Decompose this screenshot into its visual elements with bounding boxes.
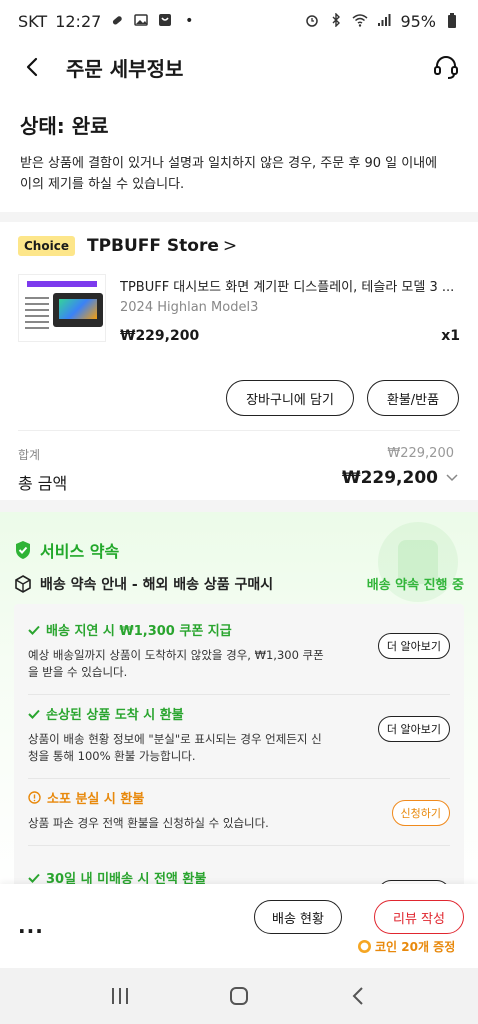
divider	[18, 430, 460, 431]
product-item[interactable]: TPBUFF 대시보드 화면 계기판 디스플레이, 테슬라 모델 3 ... 2…	[18, 272, 460, 352]
subtotal-label: 합계	[18, 448, 41, 462]
check-icon	[28, 873, 40, 883]
headset-icon	[434, 56, 458, 79]
home-button[interactable]	[219, 976, 259, 1016]
check-icon	[28, 709, 40, 719]
package-icon	[15, 575, 31, 593]
product-title[interactable]: TPBUFF 대시보드 화면 계기판 디스플레이, 테슬라 모델 3 ...	[120, 276, 460, 295]
customer-support-button[interactable]	[432, 53, 460, 81]
page-title: 주문 세부정보	[66, 56, 184, 81]
promise-item-desc: 상품 파손 경우 전액 환불을 신청하실 수 있습니다.	[28, 816, 269, 830]
chevron-left-icon	[26, 57, 38, 77]
promise-item-title: 소포 분실 시 환불	[47, 792, 145, 807]
refund-return-button[interactable]: 환불/반품	[367, 380, 459, 416]
apply-button[interactable]: 신청하기	[391, 800, 450, 826]
promise-item-damaged: 손상된 상품 도착 시 환불 상품이 배송 현황 정보에 "분실"로 표시되는 …	[28, 704, 450, 779]
battery-icon	[444, 13, 460, 29]
recent-apps-button[interactable]	[100, 976, 140, 1016]
total-label: 총 금액	[18, 474, 68, 493]
app-header: 주문 세부정보	[0, 42, 478, 92]
more-options-button[interactable]: ...	[18, 914, 44, 938]
delivery-promise-status: 배송 약속 진행 중	[366, 578, 464, 593]
choice-badge: Choice	[18, 236, 75, 256]
coin-reward: ● 코인 20개 증정	[358, 938, 455, 955]
back-nav-button[interactable]	[338, 976, 378, 1016]
add-to-cart-button[interactable]: 장바구니에 담기	[226, 380, 354, 416]
order-status-title: 상태: 완료	[20, 114, 109, 138]
notification-pill-icon	[109, 13, 125, 29]
back-button[interactable]	[18, 53, 46, 81]
info-circle-icon	[28, 791, 41, 804]
alarm-icon	[304, 13, 320, 29]
promise-item-title: 배송 지연 시 ₩1,300 쿠폰 지급	[46, 624, 232, 639]
promise-list: 배송 지연 시 ₩1,300 쿠폰 지급 예상 배송일까지 상품이 도착하지 않…	[14, 604, 464, 892]
total-value[interactable]: ₩229,200	[342, 468, 438, 488]
coin-icon: ●	[358, 940, 371, 953]
service-promise-section: 서비스 약속 배송 약속 안내 - 해외 배송 상품 구매시 배송 약속 진행 …	[0, 512, 478, 892]
chevron-right-icon: >	[222, 236, 238, 256]
bluetooth-icon	[328, 12, 344, 29]
delivery-promise-subtitle: 배송 약속 안내 - 해외 배송 상품 구매시	[40, 577, 274, 593]
order-status-section: 상태: 완료 받은 상품에 결함이 있거나 설명과 일치하지 않은 경우, 주문…	[20, 110, 458, 195]
carrier-label: SKT	[18, 11, 48, 31]
subtotal-value: ₩229,200	[387, 446, 454, 461]
section-divider	[0, 212, 478, 222]
more-notifications-dot-icon: •	[185, 13, 194, 29]
promise-item-title: 손상된 상품 도착 시 환불	[46, 708, 184, 723]
coin-reward-text: 코인 20개 증정	[375, 940, 456, 954]
clock: 12:27	[55, 11, 102, 31]
battery-percent: 95%	[400, 11, 436, 31]
learn-more-button[interactable]: 더 알아보기	[377, 633, 450, 659]
gallery-notification-icon	[133, 13, 149, 29]
dispute-policy-text: 받은 상품에 결함이 있거나 설명과 일치하지 않은 경우, 주문 후 90 일…	[20, 156, 438, 192]
system-navigation-bar	[0, 968, 478, 1024]
chevron-down-icon[interactable]	[446, 470, 458, 486]
product-variant: 2024 Highlan Model3	[120, 300, 259, 315]
product-price: ₩229,200	[120, 328, 200, 344]
signal-icon	[376, 13, 392, 29]
wifi-icon	[352, 13, 368, 29]
promise-item-desc: 상품이 배송 현황 정보에 "분실"로 표시되는 경우 언제든지 신청을 통해 …	[28, 732, 322, 763]
learn-more-button[interactable]: 더 알아보기	[377, 716, 450, 742]
check-icon	[28, 625, 40, 635]
shipping-status-button[interactable]: 배송 현황	[254, 900, 342, 934]
section-divider	[0, 500, 478, 512]
promise-item-late-delivery: 배송 지연 시 ₩1,300 쿠폰 지급 예상 배송일까지 상품이 도착하지 않…	[28, 620, 450, 695]
recent-apps-icon	[111, 988, 128, 1004]
shield-check-icon	[16, 541, 30, 559]
promise-item-desc: 예상 배송일까지 상품이 도착하지 않았을 경우, ₩1,300 쿠폰을 받을 …	[28, 648, 324, 679]
promise-item-lost: 소포 분실 시 환불 상품 파손 경우 전액 환불을 신청하실 수 있습니다. …	[28, 788, 450, 846]
product-thumbnail[interactable]	[18, 274, 106, 342]
home-icon	[229, 987, 248, 1005]
store-link[interactable]: Choice TPBUFF Store >	[18, 236, 237, 256]
bottom-action-bar: ... 배송 현황 리뷰 작성 ● 코인 20개 증정	[0, 884, 478, 968]
status-bar: SKT 12:27 • 95%	[0, 0, 478, 42]
shopping-app-notification-icon	[157, 13, 173, 29]
store-name: TPBUFF Store	[86, 236, 219, 256]
write-review-button[interactable]: 리뷰 작성	[374, 900, 464, 934]
service-promise-title: 서비스 약속	[40, 542, 120, 561]
back-icon	[352, 987, 364, 1005]
product-quantity: x1	[441, 328, 460, 344]
